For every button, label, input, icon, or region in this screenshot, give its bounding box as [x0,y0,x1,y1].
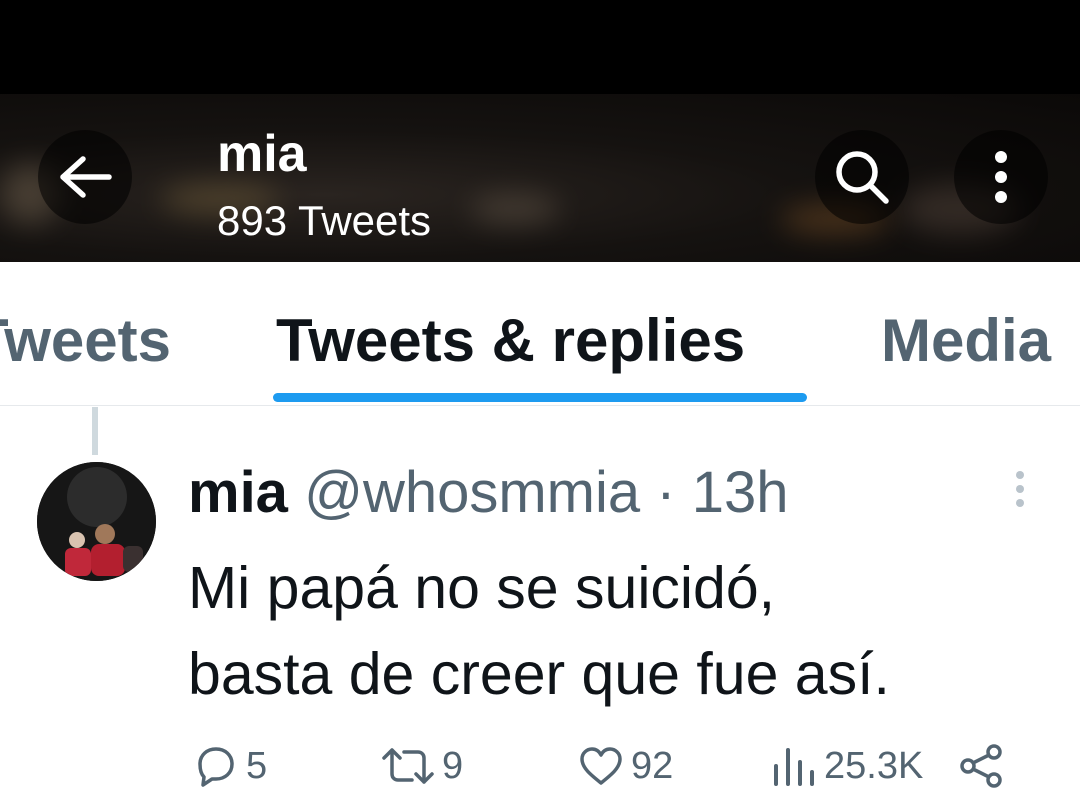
more-vertical-icon [1016,471,1024,507]
tweet-more-button[interactable] [1010,470,1030,510]
like-count: 92 [631,744,674,787]
profile-tabs: Tweets Tweets & replies Media [0,262,1080,406]
reply-button[interactable]: 5 [192,738,267,794]
tweet-text: Mi papá no se suicidó, basta de creer qu… [188,545,1048,717]
tweet-actions: 5 9 92 25.3K [0,730,1080,800]
back-arrow-icon [60,156,112,198]
tweet-text-line: Mi papá no se suicidó, [188,555,776,621]
more-vertical-icon [995,151,1007,203]
back-button[interactable] [38,130,132,224]
reply-count: 5 [246,744,268,787]
tweet-text-line: basta de creer que fue así. [188,641,890,707]
avatar-photo [37,462,156,581]
banner-glow [470,194,560,224]
tab-tweets-and-replies[interactable]: Tweets & replies [276,306,745,376]
tweet-header: mia @whosmmia · 13h [188,460,789,526]
tweet-count: 893 Tweets [217,197,432,244]
tab-tweets[interactable]: Tweets [0,306,171,376]
share-button[interactable] [958,738,1006,794]
reply-icon [198,747,234,787]
retweet-button[interactable]: 9 [380,738,463,794]
search-icon [836,151,889,204]
like-icon [580,747,622,785]
active-tab-indicator [273,393,807,402]
tweet-author-handle[interactable]: @whosmmia [304,460,640,525]
status-bar [0,0,1080,94]
view-count: 25.3K [824,744,924,787]
share-icon [960,744,1002,788]
views-button[interactable]: 25.3K [770,738,923,794]
tweet-separator: · [656,460,676,525]
search-button[interactable] [815,130,909,224]
retweet-count: 9 [442,744,464,787]
like-button[interactable]: 92 [577,738,673,794]
views-icon [774,748,814,786]
more-options-button[interactable] [954,130,1048,224]
retweet-icon [382,748,434,784]
profile-header: mia 893 Tweets [0,94,1080,262]
tweet-timestamp[interactable]: 13h [692,460,789,525]
profile-name: mia [217,125,307,183]
avatar[interactable] [37,462,156,581]
tweet-author-name[interactable]: mia [188,460,288,525]
tab-media[interactable]: Media [881,306,1051,376]
thread-connector-line [92,407,98,455]
